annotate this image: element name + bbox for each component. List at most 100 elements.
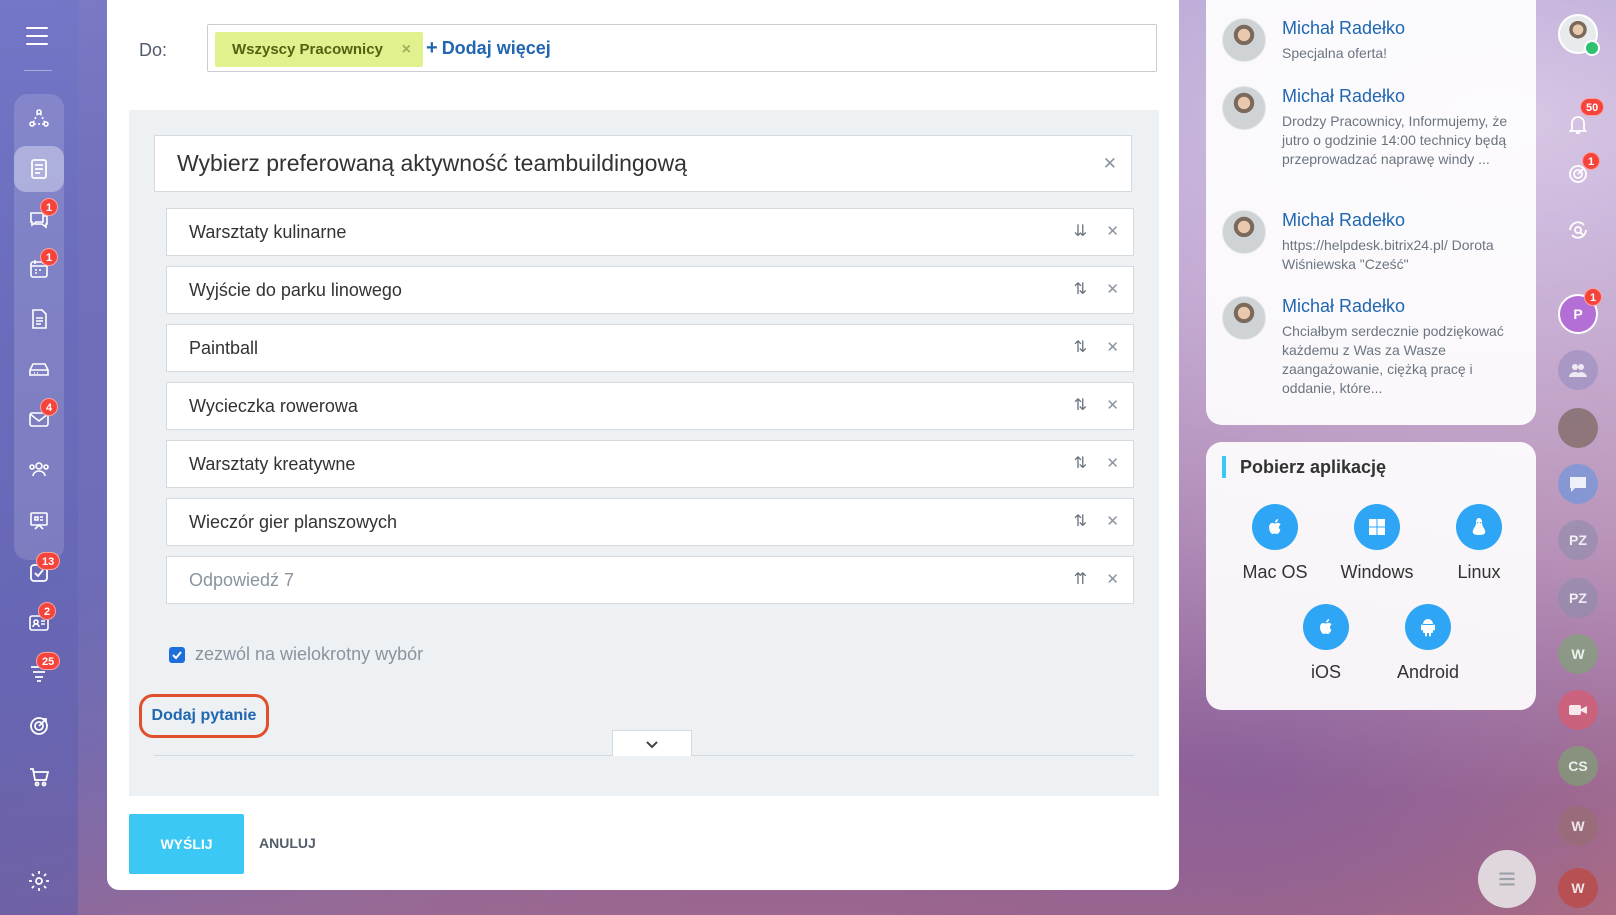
rail-item-crm[interactable]: 2 (14, 600, 64, 646)
sort-arrows-icon[interactable]: ⇅ (1074, 499, 1087, 545)
poll-answer-input[interactable]: Warsztaty kulinarne ⇊ ✕ (166, 208, 1134, 256)
poll-answer-input[interactable]: Wyjście do parku linowego ⇅ ✕ (166, 266, 1134, 314)
cancel-button[interactable]: ANULUJ (259, 835, 316, 851)
sort-arrows-icon[interactable]: ⇊ (1074, 209, 1087, 255)
group-chat-avatar[interactable] (1558, 350, 1598, 390)
hamburger-menu-icon[interactable] (22, 24, 52, 48)
add-question-button[interactable]: Dodaj pytanie (139, 694, 269, 738)
target-icon (30, 717, 48, 735)
answer-text: Warsztaty kulinarne (189, 222, 347, 242)
rating-button[interactable]: 1 (1558, 152, 1601, 194)
right-sidebar: 50 1 P 1 PZ PZ W CS W W (1546, 0, 1616, 915)
rating-badge: 1 (1582, 152, 1601, 170)
chat-avatar-cs[interactable]: CS (1558, 746, 1598, 786)
rail-item-settings[interactable] (14, 858, 64, 904)
add-question-label: Dodaj pytanie (151, 707, 257, 724)
remove-answer-icon[interactable]: ✕ (1106, 209, 1119, 255)
app-windows[interactable]: Windows (1327, 504, 1427, 583)
app-linux[interactable]: Linux (1429, 504, 1529, 583)
remove-answer-icon[interactable]: ✕ (1106, 325, 1119, 371)
chevron-down-icon (646, 740, 658, 748)
app-name: iOS (1310, 662, 1341, 682)
chat-avatar-photo[interactable] (1558, 408, 1598, 448)
recipients-field[interactable]: Wszyscy Pracownicy × + Dodaj więcej (207, 24, 1157, 72)
calendar-badge: 1 (40, 248, 59, 266)
app-name: Mac OS (1242, 562, 1308, 582)
apps-title: Pobierz aplikację (1222, 456, 1386, 478)
app-name: Windows (1340, 562, 1414, 582)
avatar-initials: CS (1568, 758, 1588, 774)
remove-answer-icon[interactable]: ✕ (1106, 267, 1119, 313)
sort-arrows-icon[interactable]: ⇈ (1074, 557, 1087, 603)
send-button[interactable]: WYŚLIJ (129, 814, 244, 874)
app-android[interactable]: Android (1378, 604, 1478, 683)
video-camera-icon (1569, 705, 1587, 715)
news-text: Specjalna oferta! (1282, 45, 1388, 61)
news-author[interactable]: Michał Radełko (1282, 86, 1405, 107)
rail-item-calendar[interactable]: 1 (14, 246, 64, 292)
sort-arrows-icon[interactable]: ⇅ (1074, 441, 1087, 487)
answer-text: Warsztaty kreatywne (189, 454, 356, 474)
remove-answer-icon[interactable]: ✕ (1106, 499, 1119, 545)
rail-item-documents[interactable] (14, 296, 64, 342)
poll-answer-input[interactable]: Warsztaty kreatywne ⇅ ✕ (166, 440, 1134, 488)
poll-question-text: Wybierz preferowaną aktywność teambuildi… (177, 150, 687, 176)
news-author[interactable]: Michał Radełko (1282, 296, 1405, 317)
rail-item-shop[interactable] (14, 754, 64, 800)
notifications-button[interactable]: 50 (1558, 98, 1605, 144)
sort-arrows-icon[interactable]: ⇅ (1074, 267, 1087, 313)
add-more-recipients-link[interactable]: + Dodaj więcej (426, 37, 551, 60)
chat-avatar-w[interactable]: W (1558, 634, 1598, 674)
app-macos[interactable]: Mac OS (1225, 504, 1325, 583)
poll-answer-input[interactable]: Paintball ⇅ ✕ (166, 324, 1134, 372)
chat-avatar-pz[interactable]: PZ (1558, 520, 1598, 560)
multi-choice-checkbox[interactable] (169, 646, 185, 663)
news-text: https://helpdesk.bitrix24.pl/ Dorota Wiś… (1282, 237, 1494, 272)
poll-answer-input[interactable]: Wycieczka rowerowa ⇅ ✕ (166, 382, 1134, 430)
recipient-tag[interactable]: Wszyscy Pracownicy × (215, 32, 423, 67)
answer-text: Paintball (189, 338, 259, 358)
chat-avatar-pz[interactable]: PZ (1558, 578, 1598, 618)
sort-arrows-icon[interactable]: ⇅ (1074, 383, 1087, 429)
news-author[interactable]: Michał Radełko (1282, 18, 1405, 39)
sort-arrows-icon[interactable]: ⇅ (1074, 325, 1087, 371)
channel-avatar[interactable] (1558, 464, 1598, 504)
remove-answer-icon[interactable]: ✕ (1106, 557, 1119, 603)
user-avatar-p[interactable]: P 1 (1558, 288, 1603, 334)
avatar-initials: W (1571, 880, 1585, 896)
remove-recipient-icon[interactable]: × (402, 32, 411, 67)
rail-item-workflows[interactable] (14, 96, 64, 142)
poll-answer-input-empty[interactable]: Odpowiedź 7 ⇈ ✕ (166, 556, 1134, 604)
rail-item-mail[interactable]: 4 (14, 396, 64, 442)
download-apps-panel: Pobierz aplikację Mac OS Windows Linux i… (1206, 442, 1536, 710)
news-author[interactable]: Michał Radełko (1282, 210, 1405, 231)
contacts-icon (29, 462, 49, 477)
chat-avatar-w[interactable]: W (1558, 868, 1598, 908)
poll-answer-input[interactable]: Wieczór gier planszowych ⇅ ✕ (166, 498, 1134, 546)
chat-list-button[interactable] (1478, 850, 1536, 908)
rail-item-contacts[interactable] (14, 446, 64, 492)
search-chats-button[interactable] (1558, 210, 1598, 250)
app-ios[interactable]: iOS (1276, 604, 1376, 683)
poll-question-input[interactable]: Wybierz preferowaną aktywność teambuildi… (154, 135, 1132, 192)
answer-placeholder: Odpowiedź 7 (189, 570, 295, 590)
app-name: Android (1396, 662, 1460, 682)
multi-choice-option[interactable]: zezwól na wielokrotny wybór (169, 644, 423, 665)
remove-answer-icon[interactable]: ✕ (1106, 441, 1119, 487)
video-chat-avatar[interactable] (1558, 690, 1598, 730)
expand-toggle[interactable] (612, 730, 692, 756)
presentation-icon (30, 512, 48, 530)
rail-item-tasks[interactable]: 13 (14, 550, 64, 596)
rail-item-messenger[interactable]: 1 (14, 196, 64, 242)
rail-item-marketing[interactable]: 25 (14, 650, 64, 696)
rail-item-drive[interactable] (14, 346, 64, 392)
chat-avatar-w[interactable]: W (1558, 806, 1598, 846)
rail-item-feed[interactable] (14, 146, 64, 192)
checkmark-icon (172, 650, 182, 659)
rail-item-knowledge[interactable] (14, 498, 64, 544)
avatar (1222, 296, 1266, 340)
current-user-avatar[interactable] (1558, 14, 1600, 56)
remove-question-icon[interactable]: ✕ (1103, 136, 1117, 191)
remove-answer-icon[interactable]: ✕ (1106, 383, 1119, 429)
rail-item-sites[interactable] (14, 702, 64, 748)
